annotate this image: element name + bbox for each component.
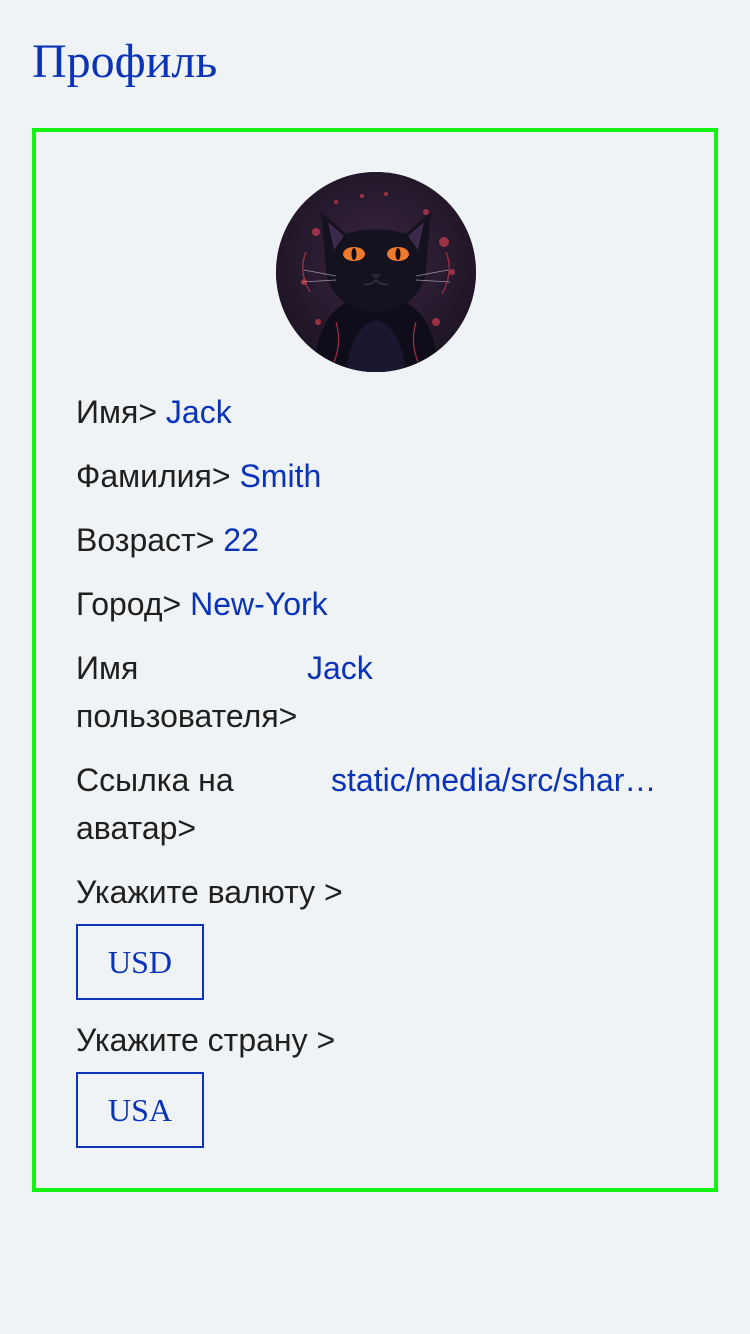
first-name-row: Имя> Jack: [76, 388, 232, 436]
last-name-row: Фамилия> Smith: [76, 452, 321, 500]
last-name-value: Smith: [239, 458, 322, 494]
avatar-link-label-line1: Ссылка на: [76, 762, 234, 798]
country-label-text: Укажите страну >: [76, 1022, 336, 1058]
country-select[interactable]: USA: [76, 1072, 204, 1148]
currency-label-text: Укажите валюту >: [76, 874, 343, 910]
page-title: Профиль: [32, 35, 218, 88]
username-label-line1: Имя: [76, 650, 139, 686]
currency-select[interactable]: USD: [76, 924, 204, 1000]
avatar-link-label-line2: аватар>: [76, 810, 197, 846]
age-row: Возраст> 22: [76, 516, 259, 564]
country-label: Укажите страну >: [76, 1016, 335, 1064]
username-value: Jack: [307, 650, 373, 686]
city-value: New-York: [190, 586, 328, 622]
username-label-line2: пользователя>: [76, 698, 298, 734]
username-label: Имя пользователя>: [76, 644, 297, 740]
last-name-label: Фамилия>: [76, 458, 231, 494]
city-row: Город> New-York: [76, 580, 328, 628]
first-name-label: Имя>: [76, 394, 158, 430]
avatar-link-label: Ссылка на аватар>: [76, 756, 234, 852]
city-label: Город>: [76, 586, 182, 622]
avatar-link-value: static/media/src/shared/avatar.png: [331, 762, 657, 798]
profile-card: Имя> Jack Фамилия> Smith Возраст> 22 Гор…: [32, 128, 718, 1192]
currency-label: Укажите валюту >: [76, 868, 343, 916]
age-label: Возраст>: [76, 522, 215, 558]
black-cat-avatar-icon: [276, 172, 476, 372]
age-value: 22: [223, 522, 259, 558]
first-name-value: Jack: [165, 394, 232, 430]
